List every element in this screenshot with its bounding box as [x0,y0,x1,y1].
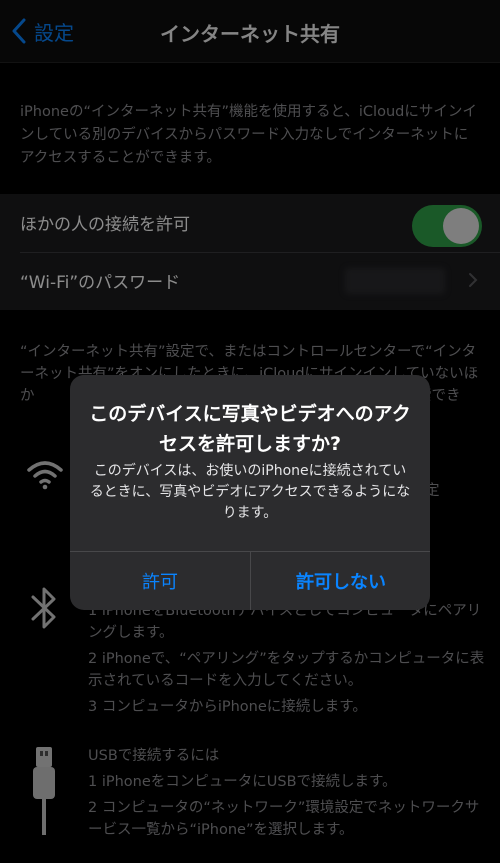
alert-title: このデバイスに写真やビデオへのアクセスを許可しますか? [89,403,411,455]
deny-button[interactable]: 許可しない [251,552,430,610]
alert-message: このデバイスは、お使いのiPhoneに接続されているときに、写真やビデオにアクセ… [89,463,411,521]
photo-access-alert: このデバイスに写真やビデオへのアクセスを許可しますか? このデバイスは、お使いの… [70,375,430,610]
allow-button[interactable]: 許可 [70,552,250,610]
